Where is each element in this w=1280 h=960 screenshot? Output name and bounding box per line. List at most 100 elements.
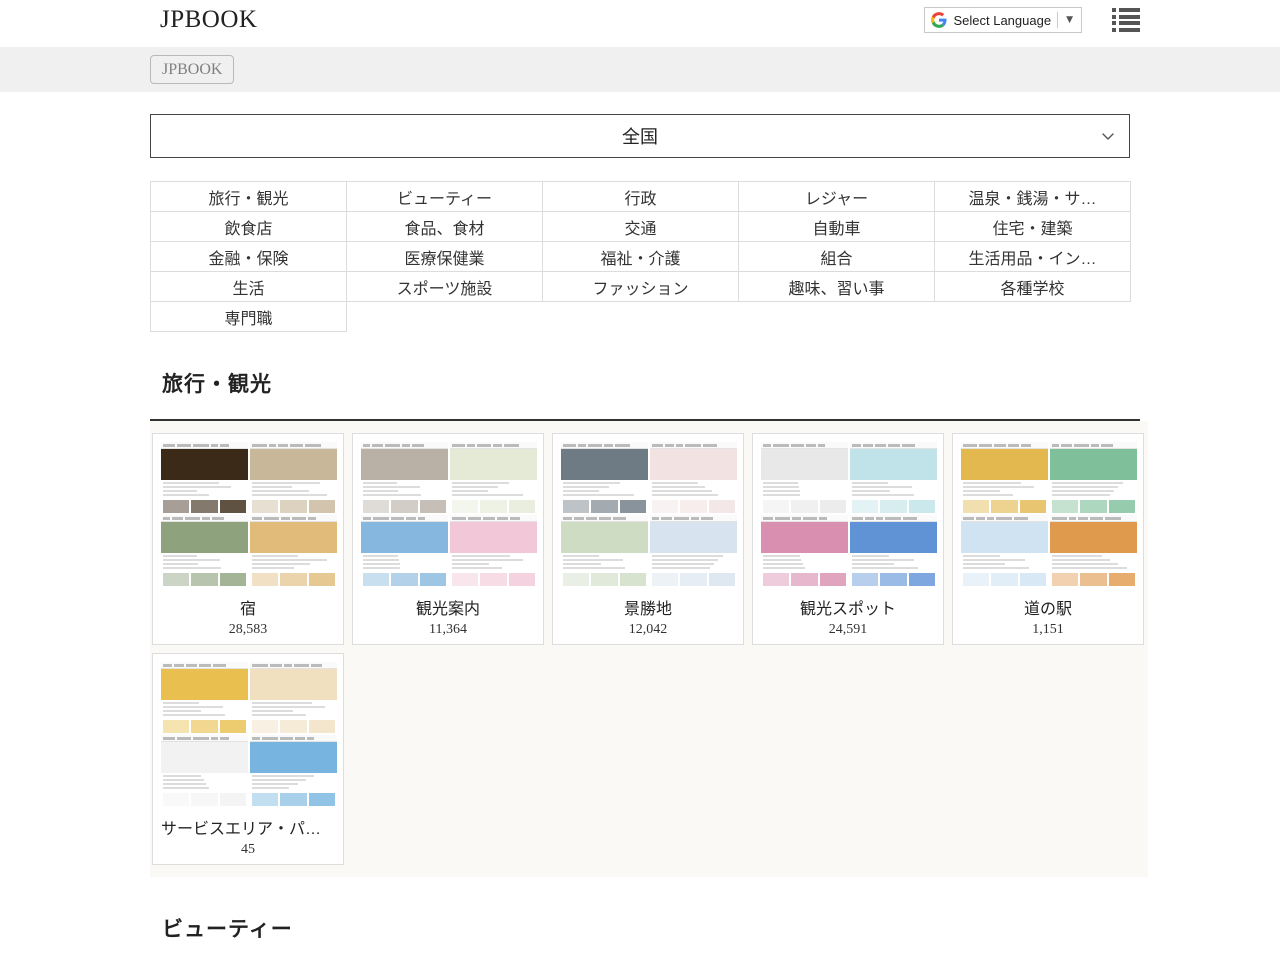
- thumbnail-image: [761, 515, 848, 586]
- thumbnail-cell: [161, 735, 248, 806]
- thumbnail-image: [450, 442, 537, 513]
- thumbnail-collage: [761, 442, 937, 586]
- thumbnail-cell: [850, 442, 937, 513]
- category-section: ビューティー: [150, 913, 1140, 960]
- thumbnail-image: [250, 735, 337, 806]
- thumbnail-cell: [250, 662, 337, 733]
- thumbnail-image: [361, 442, 448, 513]
- region-select[interactable]: 全国: [150, 114, 1130, 158]
- thumbnail-cell: [961, 442, 1048, 513]
- category-card[interactable]: 宿 28,583: [152, 433, 344, 645]
- category-cell[interactable]: 福祉・介護: [543, 242, 739, 272]
- category-row: 専門職: [151, 302, 1131, 332]
- thumbnail-image: [561, 442, 648, 513]
- google-translate-widget[interactable]: Select Language ▼: [924, 7, 1082, 33]
- category-cell[interactable]: 生活用品・イン…: [935, 242, 1131, 272]
- thumbnail-image: [650, 515, 737, 586]
- category-cell[interactable]: 交通: [543, 212, 739, 242]
- card-count: 24,591: [761, 622, 935, 638]
- thumbnail-cell: [250, 515, 337, 586]
- page-root: JPBOOK Select Language ▼: [0, 0, 1280, 960]
- thumbnail-image: [761, 442, 848, 513]
- thumbnail-collage: [161, 662, 337, 806]
- category-cell[interactable]: 旅行・観光: [151, 182, 347, 212]
- google-icon: [931, 12, 947, 28]
- category-card[interactable]: 景勝地 12,042: [552, 433, 744, 645]
- thumbnail-image: [650, 442, 737, 513]
- card-title: サービスエリア・パー…: [161, 815, 335, 839]
- thumbnail-image: [361, 515, 448, 586]
- category-cell[interactable]: スポーツ施設: [347, 272, 543, 302]
- category-card[interactable]: サービスエリア・パー… 45: [152, 653, 344, 865]
- card-title: 宿: [161, 595, 335, 619]
- card-count: 1,151: [961, 622, 1135, 638]
- thumbnail-cell: [761, 442, 848, 513]
- card-grid: 宿 28,583 観光案内11,364 景勝地 12,042 観光スポット 24,591 道の…: [150, 421, 1148, 877]
- thumbnail-image: [961, 515, 1048, 586]
- category-section: 旅行・観光宿 28,583 観光案内11,364 景勝地 12,042 観光スポット 24,…: [150, 368, 1140, 877]
- site-brand[interactable]: JPBOOK: [160, 6, 257, 34]
- category-cell[interactable]: 各種学校: [935, 272, 1131, 302]
- list-menu-icon[interactable]: [1112, 8, 1140, 32]
- section-title: ビューティー: [150, 913, 1140, 943]
- thumbnail-cell: [250, 735, 337, 806]
- thumbnail-cell: [450, 515, 537, 586]
- category-cell[interactable]: ビューティー: [347, 182, 543, 212]
- category-cell[interactable]: ファッション: [543, 272, 739, 302]
- card-title: 観光スポット: [761, 595, 935, 619]
- thumbnail-cell: [561, 515, 648, 586]
- category-cell[interactable]: 飲食店: [151, 212, 347, 242]
- category-cell[interactable]: 食品、食材: [347, 212, 543, 242]
- thumbnail-image: [250, 442, 337, 513]
- category-card[interactable]: 観光スポット 24,591: [752, 433, 944, 645]
- card-title: 景勝地: [561, 595, 735, 619]
- category-cell[interactable]: 専門職: [151, 302, 347, 332]
- category-cell-empty: [347, 302, 543, 332]
- card-count: 45: [161, 842, 335, 858]
- thumbnail-cell: [1050, 442, 1137, 513]
- thumbnail-image: [161, 515, 248, 586]
- category-cell[interactable]: 自動車: [739, 212, 935, 242]
- category-card[interactable]: 観光案内11,364: [352, 433, 544, 645]
- thumbnail-cell: [650, 515, 737, 586]
- region-select-value: 全国: [622, 123, 658, 149]
- category-cell[interactable]: レジャー: [739, 182, 935, 212]
- chevron-down-icon: [1101, 129, 1115, 143]
- thumbnail-cell: [850, 515, 937, 586]
- category-row: 金融・保険医療保健業福祉・介護組合生活用品・イン…: [151, 242, 1131, 272]
- breadcrumb-item-home[interactable]: JPBOOK: [150, 55, 234, 85]
- category-cell[interactable]: 住宅・建築: [935, 212, 1131, 242]
- category-cell[interactable]: 温泉・銭湯・サ…: [935, 182, 1131, 212]
- translate-divider: [1057, 12, 1058, 28]
- card-count: 12,042: [561, 622, 735, 638]
- category-card[interactable]: 道の駅 1,151: [952, 433, 1144, 645]
- thumbnail-collage: [361, 442, 537, 586]
- thumbnail-cell: [161, 442, 248, 513]
- thumbnail-cell: [450, 442, 537, 513]
- main-content: 全国 旅行・観光ビューティー行政レジャー温泉・銭湯・サ…飲食店食品、食材交通自動…: [150, 114, 1140, 960]
- thumbnail-image: [161, 442, 248, 513]
- category-cell[interactable]: 金融・保険: [151, 242, 347, 272]
- thumbnail-cell: [650, 442, 737, 513]
- category-cell[interactable]: 生活: [151, 272, 347, 302]
- category-cell[interactable]: 趣味、習い事: [739, 272, 935, 302]
- category-cell-empty: [739, 302, 935, 332]
- thumbnail-image: [850, 442, 937, 513]
- category-cell[interactable]: 組合: [739, 242, 935, 272]
- thumbnail-image: [1050, 442, 1137, 513]
- header-right-controls: Select Language ▼: [924, 7, 1140, 33]
- category-row: 旅行・観光ビューティー行政レジャー温泉・銭湯・サ…: [151, 182, 1131, 212]
- site-header: JPBOOK Select Language ▼: [0, 0, 1280, 47]
- thumbnail-cell: [561, 442, 648, 513]
- thumbnail-cell: [361, 442, 448, 513]
- card-count: 28,583: [161, 622, 335, 638]
- thumbnail-image: [561, 515, 648, 586]
- category-table: 旅行・観光ビューティー行政レジャー温泉・銭湯・サ…飲食店食品、食材交通自動車住宅…: [150, 181, 1131, 332]
- section-title: 旅行・観光: [150, 368, 1140, 398]
- card-title: 道の駅: [961, 595, 1135, 619]
- thumbnail-cell: [1050, 515, 1137, 586]
- category-cell[interactable]: 行政: [543, 182, 739, 212]
- chevron-down-icon[interactable]: ▼: [1064, 15, 1075, 25]
- category-cell[interactable]: 医療保健業: [347, 242, 543, 272]
- thumbnail-image: [450, 515, 537, 586]
